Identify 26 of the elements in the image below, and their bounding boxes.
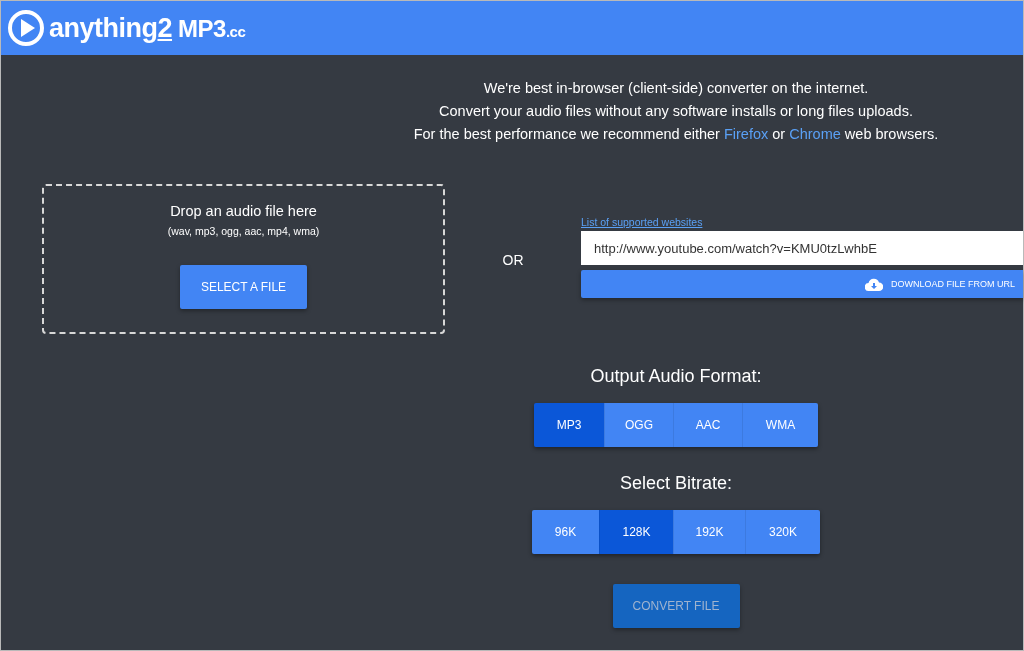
bitrate-option[interactable]: 320K: [745, 510, 820, 554]
or-text: OR: [501, 252, 525, 268]
intro-text: Convert your audio files without any software installs or long files uploads.: [439, 102, 913, 121]
format-option[interactable]: OGG: [604, 403, 673, 447]
bitrate-option[interactable]: 96K: [532, 510, 599, 554]
drop-title: Drop an audio file here: [170, 203, 317, 219]
browser-link[interactable]: Firefox: [723, 126, 769, 142]
select-file-button[interactable]: SELECT A FILE: [180, 265, 307, 309]
section-title: Output Audio Format:: [590, 366, 762, 387]
bitrate-option[interactable]: 192K: [673, 510, 745, 554]
browser-link[interactable]: Chrome: [789, 126, 841, 142]
logo-text[interactable]: anything2 MP3.cc: [49, 12, 246, 44]
play-icon: [7, 9, 45, 47]
format-option[interactable]: AAC: [673, 403, 742, 447]
download-from-url-button[interactable]: DOWNLOAD FILE FROM URL: [581, 270, 1023, 298]
cloud-download-icon: [865, 277, 883, 291]
bitrate-option[interactable]: 128K: [599, 510, 673, 554]
drop-zone[interactable]: Drop an audio file here (wav, mp3, ogg, aac, mp4, wma) SELECT A FILE: [42, 184, 445, 334]
url-input[interactable]: http://www.youtube.com/watch?v=KMU0tzLwhbE: [581, 231, 1023, 265]
supported-websites-link[interactable]: List of supported websites: [581, 216, 1023, 228]
intro-text: We're best in-browser (client-side) converter on the internet.: [483, 79, 869, 98]
intro-text: For the best performance we recommend either Firefox or Chrome web browsers.: [413, 125, 939, 144]
format-option[interactable]: MP3: [534, 403, 604, 447]
format-option[interactable]: WMA: [742, 403, 818, 447]
section-title: Select Bitrate:: [619, 473, 733, 494]
file-formats-text: (wav, mp3, ogg, aac, mp4, wma): [167, 225, 320, 237]
